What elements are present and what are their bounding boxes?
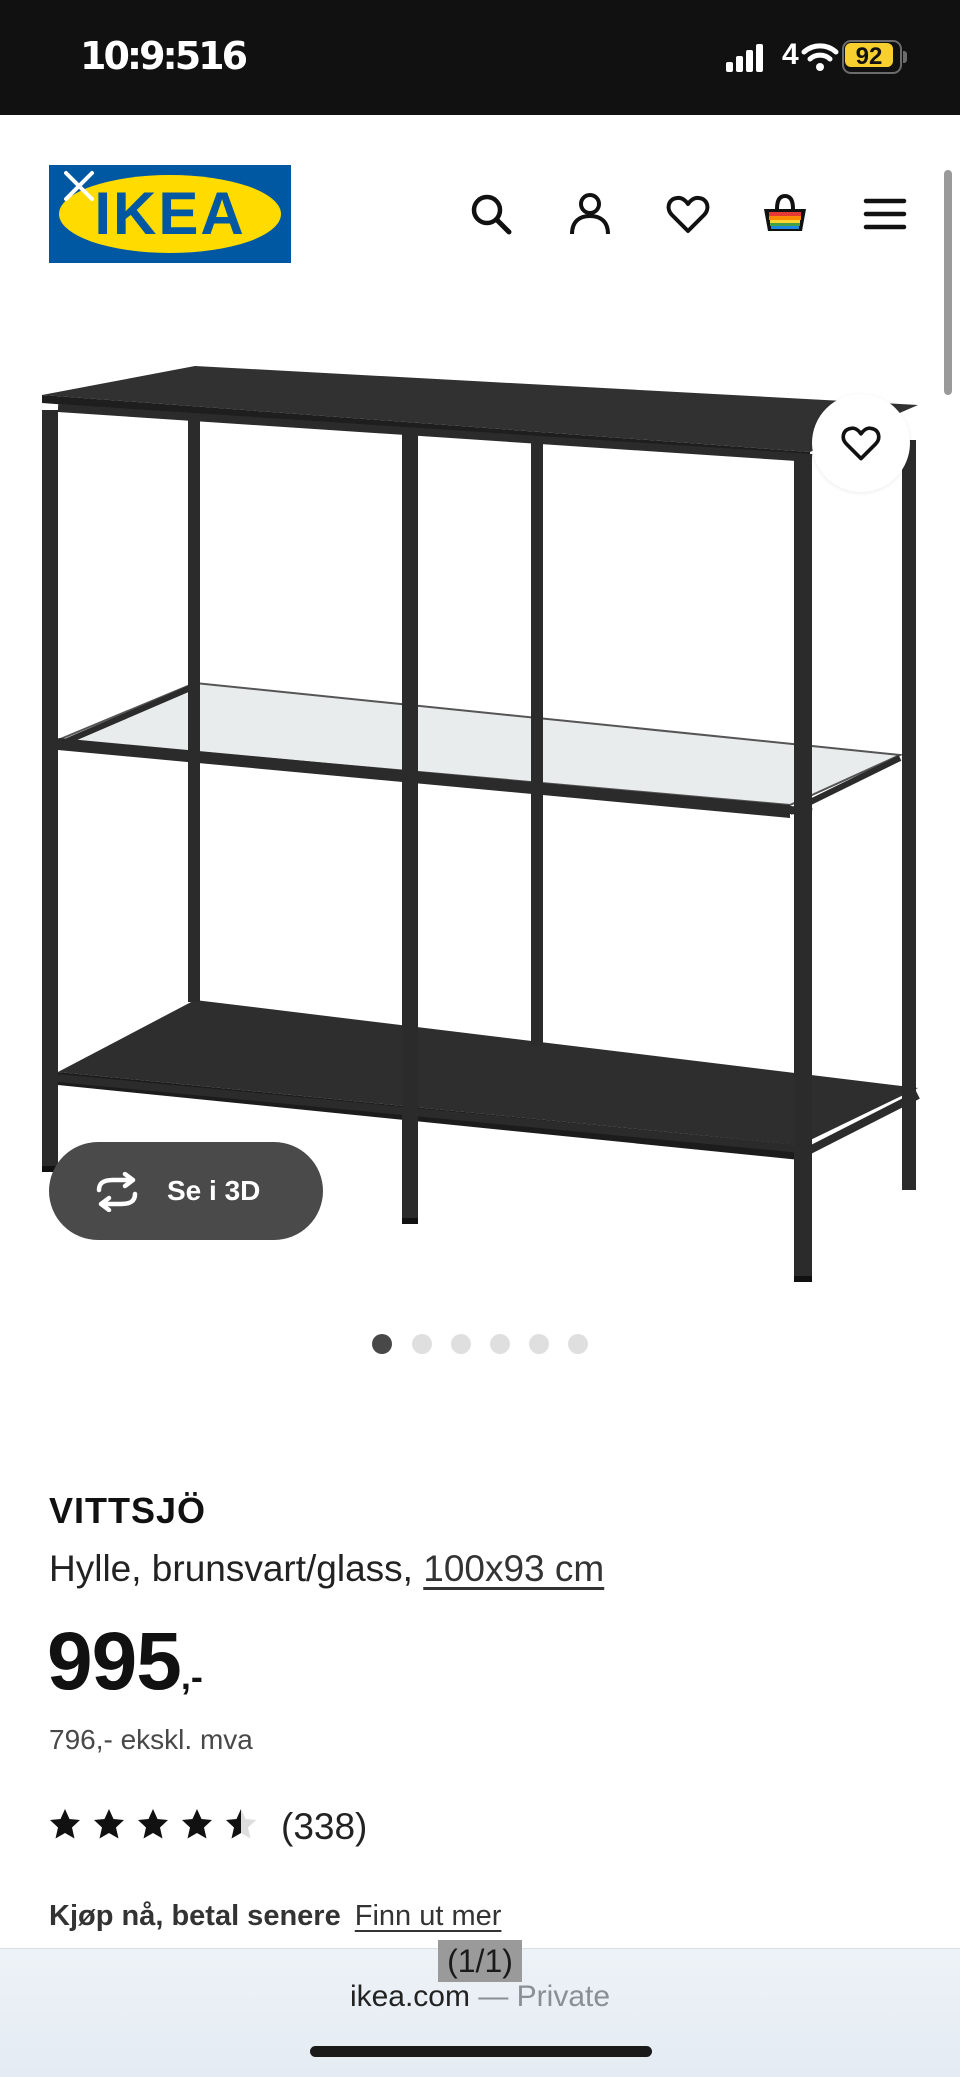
product-description-text: Hylle, brunsvart/glass, xyxy=(49,1548,413,1589)
half-star-icon xyxy=(226,1809,256,1839)
status-bar: 10:9:516 4 92 xyxy=(0,0,960,115)
wifi-icon xyxy=(801,43,839,71)
battery-icon: 92 xyxy=(842,40,908,74)
url-display[interactable]: ikea.com — Private xyxy=(0,1980,960,2014)
site-header: IKEA xyxy=(0,115,960,315)
menu-icon[interactable] xyxy=(862,191,908,237)
product-name: VITTSJÖ xyxy=(49,1490,207,1531)
product-size-link[interactable]: 100x93 cm xyxy=(423,1548,604,1589)
rotate-3d-icon xyxy=(96,1172,138,1212)
star-icon xyxy=(138,1809,168,1839)
learn-more-link[interactable]: Finn ut mer xyxy=(355,1900,502,1932)
star-icon xyxy=(94,1809,124,1839)
price-excluding-vat: 796,- ekskl. mva xyxy=(49,1724,253,1755)
heart-icon[interactable] xyxy=(665,191,711,237)
find-in-page-counter: (1/1) xyxy=(438,1940,522,1982)
star-icon xyxy=(182,1809,212,1839)
home-indicator[interactable] xyxy=(310,2046,652,2057)
carousel-dot[interactable] xyxy=(568,1334,588,1354)
star-icon xyxy=(50,1809,80,1839)
status-time: 10:9:516 xyxy=(80,34,248,78)
private-mode-label: — Private xyxy=(478,1980,611,2013)
carousel-dot[interactable] xyxy=(372,1334,392,1354)
url-domain: ikea.com xyxy=(349,1980,470,2013)
add-to-favourites-button[interactable] xyxy=(812,394,910,492)
profile-icon[interactable] xyxy=(567,191,613,237)
heart-icon xyxy=(841,426,881,461)
carousel-dot[interactable] xyxy=(412,1334,432,1354)
buy-now-pay-later: Kjøp nå, betal senere Finn ut mer xyxy=(49,1900,501,1933)
bnpl-label: Kjøp nå, betal senere xyxy=(49,1900,341,1932)
carousel-dot[interactable] xyxy=(451,1334,471,1354)
cart-icon[interactable] xyxy=(762,191,808,237)
page: 10:9:516 4 92 IKEA Se i 3D VITTSJÖ Hylle… xyxy=(0,0,960,2077)
search-icon[interactable] xyxy=(468,191,514,237)
carousel-dot[interactable] xyxy=(529,1334,549,1354)
product-description: Hylle, brunsvart/glass, 100x93 cm xyxy=(49,1548,604,1590)
price-suffix: ,- xyxy=(180,1656,203,1697)
price-amount: 995 xyxy=(47,1616,182,1707)
network-label: 4 xyxy=(782,38,799,71)
carousel-dot[interactable] xyxy=(490,1334,510,1354)
view-in-3d-button[interactable]: Se i 3D xyxy=(49,1142,323,1240)
battery-level: 92 xyxy=(855,43,883,70)
signal-icon xyxy=(726,44,763,72)
view-in-3d-label: Se i 3D xyxy=(167,1175,261,1206)
product-price: 995,- xyxy=(47,1615,203,1709)
rating-count: (338) xyxy=(281,1806,368,1847)
close-icon[interactable] xyxy=(60,167,98,205)
